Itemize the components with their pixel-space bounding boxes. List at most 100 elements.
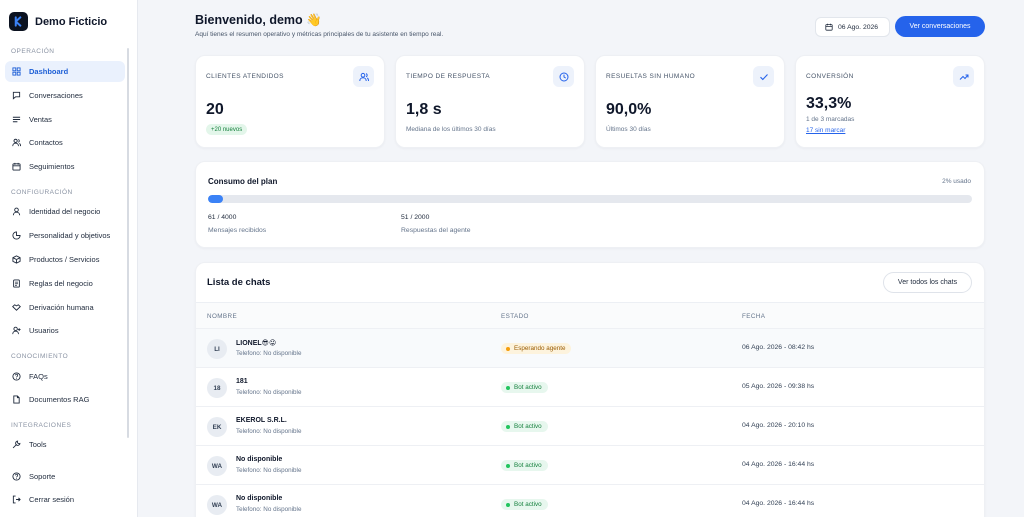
sidebar-item-label: Dashboard <box>29 67 69 76</box>
sidebar-item-dashboard[interactable]: Dashboard <box>5 61 125 82</box>
sidebar-item-label: Tools <box>29 440 47 449</box>
kpi-card-resueltas: Resueltas sin humano 90,0% Últimos 30 dí… <box>595 55 785 148</box>
status-badge: Bot activo <box>501 499 548 510</box>
plan-stat-mensajes: 61 / 4000 Mensajes recibidos <box>208 214 266 234</box>
status-badge: Esperando agente <box>501 343 572 354</box>
chat-date: 04 Ago. 2026 - 16:44 hs <box>742 500 815 507</box>
trend-up-icon <box>953 66 974 87</box>
chats-card: Lista de chats Ver todos los chats Nombr… <box>195 262 985 517</box>
chat-name: No disponible <box>236 495 283 502</box>
sidebar-item-ventas[interactable]: Ventas <box>5 109 125 130</box>
kpi-note: Mediana de los últimos 30 días <box>406 126 496 133</box>
chat-icon <box>12 91 21 100</box>
table-row[interactable]: WA No disponible Telefono: No disponible… <box>196 445 984 484</box>
column-header-fecha[interactable]: Fecha <box>742 313 765 320</box>
status-text: Bot activo <box>514 384 542 391</box>
kpi-value: 20 <box>206 101 224 118</box>
section-integraciones: Integraciones <box>11 422 72 429</box>
sidebar-item-derivacion[interactable]: Derivación humana <box>5 297 125 318</box>
sidebar-item-soporte[interactable]: Soporte <box>5 466 125 487</box>
kpi-card-tiempo: Tiempo de respuesta 1,8 s Mediana de los… <box>395 55 585 148</box>
section-conocimiento: Conocimiento <box>11 353 69 360</box>
check-icon <box>753 66 774 87</box>
users-icon <box>353 66 374 87</box>
kpi-value: 33,3% <box>806 95 852 112</box>
table-row[interactable]: EK EKEROL S.R.L. Telefono: No disponible… <box>196 406 984 445</box>
plan-stat-value: 61 / 4000 <box>208 214 237 221</box>
logout-icon <box>12 495 21 504</box>
sidebar-item-label: Documentos RAG <box>29 395 90 404</box>
calendar-icon <box>825 23 833 31</box>
plan-stat-label: Respuestas del agente <box>401 227 471 234</box>
sidebar-item-conversaciones[interactable]: Conversaciones <box>5 85 125 106</box>
status-badge: Bot activo <box>501 460 548 471</box>
document-icon <box>13 279 20 288</box>
sidebar-item-label: Cerrar sesión <box>29 495 75 504</box>
sidebar: Demo Ficticio Operación Dashboard Conver… <box>0 0 138 517</box>
status-dot <box>506 502 510 507</box>
handshake-icon <box>12 304 21 311</box>
plan-progress-fill <box>208 195 224 203</box>
grid-icon <box>12 67 21 76</box>
sin-marcar-link[interactable]: 17 sin marcar <box>806 127 845 134</box>
sidebar-item-productos[interactable]: Productos / Servicios <box>5 249 125 270</box>
avatar: LI <box>207 339 227 359</box>
ver-conversaciones-button[interactable]: Ver conversaciones <box>895 16 985 37</box>
sidebar-item-documentos[interactable]: Documentos RAG <box>5 389 125 410</box>
user-plus-icon <box>12 326 21 335</box>
chat-date: 04 Ago. 2026 - 16:44 hs <box>742 461 815 468</box>
sidebar-item-label: Contactos <box>29 138 63 147</box>
avatar: WA <box>207 456 227 476</box>
chat-phone: Telefono: No disponible <box>236 506 302 513</box>
chat-name: LIONEL😎😜 <box>236 340 277 347</box>
status-text: Bot activo <box>514 462 542 469</box>
table-row[interactable]: 18 181 Telefono: No disponible Bot activ… <box>196 367 984 406</box>
kpi-note: 1 de 3 marcadas <box>806 116 855 123</box>
wrench-icon <box>12 440 21 449</box>
brand[interactable]: Demo Ficticio <box>9 12 107 31</box>
chat-phone: Telefono: No disponible <box>236 467 302 474</box>
status-text: Esperando agente <box>514 345 566 352</box>
chat-date: 04 Ago. 2026 - 20:10 hs <box>742 422 815 429</box>
chat-phone: Telefono: No disponible <box>236 389 302 396</box>
sidebar-item-label: Reglas del negocio <box>29 279 93 288</box>
sidebar-item-seguimientos[interactable]: Seguimientos <box>5 156 125 177</box>
table-row[interactable]: WA No disponible Telefono: No disponible… <box>196 484 984 517</box>
kpi-card-conversion: Conversión 33,3% 1 de 3 marcadas 17 sin … <box>795 55 985 148</box>
date-picker[interactable]: 06 Ago. 2026 <box>815 17 890 37</box>
sidebar-item-usuarios[interactable]: Usuarios <box>5 320 125 341</box>
ver-todos-chats-button[interactable]: Ver todos los chats <box>883 272 972 293</box>
sidebar-item-reglas[interactable]: Reglas del negocio <box>5 273 125 294</box>
plan-stat-label: Mensajes recibidos <box>208 227 267 234</box>
kpi-label: Conversión <box>806 73 854 80</box>
sidebar-item-label: Seguimientos <box>29 162 75 171</box>
plan-usage: 2% usado <box>942 178 971 185</box>
sidebar-item-identidad[interactable]: Identidad del negocio <box>5 201 125 222</box>
sidebar-item-tools[interactable]: Tools <box>5 434 125 455</box>
sidebar-item-faqs[interactable]: FAQs <box>5 366 125 387</box>
kpi-badge: +20 nuevos <box>206 124 248 135</box>
calendar-icon <box>12 162 21 171</box>
sidebar-scrollbar[interactable] <box>127 48 129 438</box>
section-operacion: Operación <box>11 48 55 55</box>
table-row[interactable]: LI LIONEL😎😜 Telefono: No disponible Espe… <box>196 328 984 367</box>
status-badge: Bot activo <box>501 382 548 393</box>
section-configuracion: Configuración <box>11 189 73 196</box>
list-icon <box>12 116 21 123</box>
chat-name: 181 <box>236 378 248 385</box>
status-text: Bot activo <box>514 423 542 430</box>
sidebar-item-label: Identidad del negocio <box>29 207 101 216</box>
avatar: EK <box>207 417 227 437</box>
user-icon <box>12 207 21 216</box>
sidebar-item-personalidad[interactable]: Personalidad y objetivos <box>5 225 125 246</box>
column-header-estado[interactable]: Estado <box>501 313 529 320</box>
kpi-value: 90,0% <box>606 101 652 118</box>
sidebar-item-contactos[interactable]: Contactos <box>5 132 125 153</box>
sidebar-item-cerrar-sesion[interactable]: Cerrar sesión <box>5 489 125 510</box>
column-header-nombre[interactable]: Nombre <box>207 313 237 320</box>
sidebar-item-label: Personalidad y objetivos <box>29 231 111 240</box>
kpi-value: 1,8 s <box>406 101 442 118</box>
plan-progress-bar <box>208 195 972 203</box>
chat-date: 06 Ago. 2026 - 08:42 hs <box>742 344 815 351</box>
date-value: 06 Ago. 2026 <box>838 23 879 31</box>
